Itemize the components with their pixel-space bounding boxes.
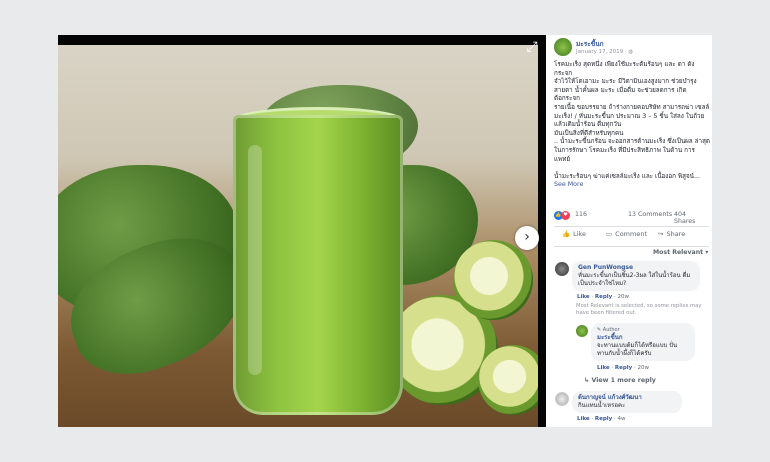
like-label: Like [573, 230, 587, 238]
comment-reply-link[interactable]: Reply [595, 416, 612, 422]
author-badge: ✎ Author [597, 326, 689, 334]
comment-author[interactable]: Gen PunWongse [578, 264, 694, 272]
comment-text: จะทานแบบต้มก็ได้หรือแบบ ปั่น ทานกับน้ำผึ… [597, 342, 678, 357]
comment-text: หั่นมะระขี้นกเป็นชิ้น2-3ผล ใส่ในน้ำร้อน … [578, 272, 691, 287]
divider [554, 246, 709, 247]
caret-down-icon: ▾ [705, 249, 709, 256]
sort-label: Most Relevant [653, 249, 704, 256]
post-text-body: โรคมะเร็ง สุดหนึ่ง เพียงใช้มะระต้มร้อนๆ … [554, 61, 710, 180]
comment-meta: Like · Reply · 4w [577, 416, 626, 422]
post-photo [58, 45, 538, 427]
comments-count[interactable]: 13 Comments [628, 211, 672, 218]
post-header: มะระขี้นก January 17, 2019 · ◍ [554, 38, 709, 60]
comment-bubble: ✎ Author มะระขี้นก จะทานแบบต้มก็ได้หรือแ… [591, 323, 695, 361]
post-actions: 👍 Like ▭ Comment ↪ Share [554, 230, 709, 244]
love-reaction-icon: ♥ [561, 211, 570, 220]
comment-reply-link[interactable]: Reply [615, 365, 632, 371]
sort-dropdown[interactable]: Most Relevant ▾ [653, 249, 708, 256]
comment-time[interactable]: 4w [618, 416, 626, 422]
comment-text: กินแทนน้ำเหรอคะ [578, 402, 626, 409]
comment-like-link[interactable]: Like [577, 294, 590, 300]
thumbs-up-icon: 👍 [562, 230, 571, 238]
post-text: โรคมะเร็ง สุดหนึ่ง เพียงใช้มะระต้มร้อนๆ … [554, 61, 710, 190]
avatar[interactable] [555, 392, 569, 406]
reaction-count[interactable]: 116 [575, 211, 587, 218]
post-date[interactable]: January 17, 2019 · ◍ [576, 49, 633, 55]
post-panel: มะระขี้นก January 17, 2019 · ◍ โรคมะเร็ง… [546, 35, 712, 427]
comment-bubble: ต้นกาญจน์ แก้วงศ์วัฒนา กินแทนน้ำเหรอคะ [572, 391, 682, 413]
expand-icon[interactable]: ⤢ [524, 39, 540, 55]
divider [554, 226, 709, 227]
filter-note: Most Relevant is selected, so some repli… [576, 303, 702, 316]
comment-meta: Like · Reply · 20w [597, 365, 650, 371]
comment-bubble: Gen PunWongse หั่นมะระขี้นกเป็นชิ้น2-3ผล… [572, 261, 700, 291]
reply-arrow-icon: ↳ [584, 377, 590, 384]
page-avatar[interactable] [554, 38, 572, 56]
reactions-bar: 👍 ♥ 116 13 Comments 404 Shares [554, 210, 709, 225]
shares-count[interactable]: 404 Shares [674, 211, 709, 225]
see-more-link[interactable]: See More [554, 181, 583, 188]
pencil-icon: ✎ [597, 327, 602, 333]
comment-author[interactable]: มะระขี้นก [597, 334, 689, 342]
comment-like-link[interactable]: Like [577, 416, 590, 422]
comment-time[interactable]: 20w [638, 365, 650, 371]
avatar[interactable] [555, 262, 569, 276]
view-more-label: View 1 more reply [591, 377, 656, 384]
photo-viewer: ⤢ › [58, 35, 546, 427]
comment-reply-link[interactable]: Reply [595, 294, 612, 300]
avatar[interactable] [576, 325, 588, 337]
comment-like-link[interactable]: Like [597, 365, 610, 371]
page-name[interactable]: มะระขี้นก [576, 39, 604, 49]
comment-meta: Like · Reply · 20w [577, 294, 630, 300]
comment-button[interactable]: ▭ Comment [606, 230, 647, 238]
chevron-right-icon: › [524, 229, 530, 245]
comment-time[interactable]: 20w [618, 294, 630, 300]
next-photo-button[interactable]: › [515, 226, 539, 250]
share-button[interactable]: ↪ Share [658, 230, 685, 238]
comment-label: Comment [615, 230, 648, 238]
share-label: Share [666, 230, 686, 238]
view-more-replies-button[interactable]: ↳ View 1 more reply [584, 377, 656, 384]
comment-icon: ▭ [606, 230, 613, 238]
post-date-text: January 17, 2019 · [576, 49, 629, 55]
like-button[interactable]: 👍 Like [562, 230, 586, 238]
share-icon: ↪ [658, 230, 664, 238]
author-badge-label: Author [602, 327, 620, 333]
comment-author[interactable]: ต้นกาญจน์ แก้วงศ์วัฒนา [578, 394, 676, 402]
globe-icon: ◍ [628, 49, 634, 55]
